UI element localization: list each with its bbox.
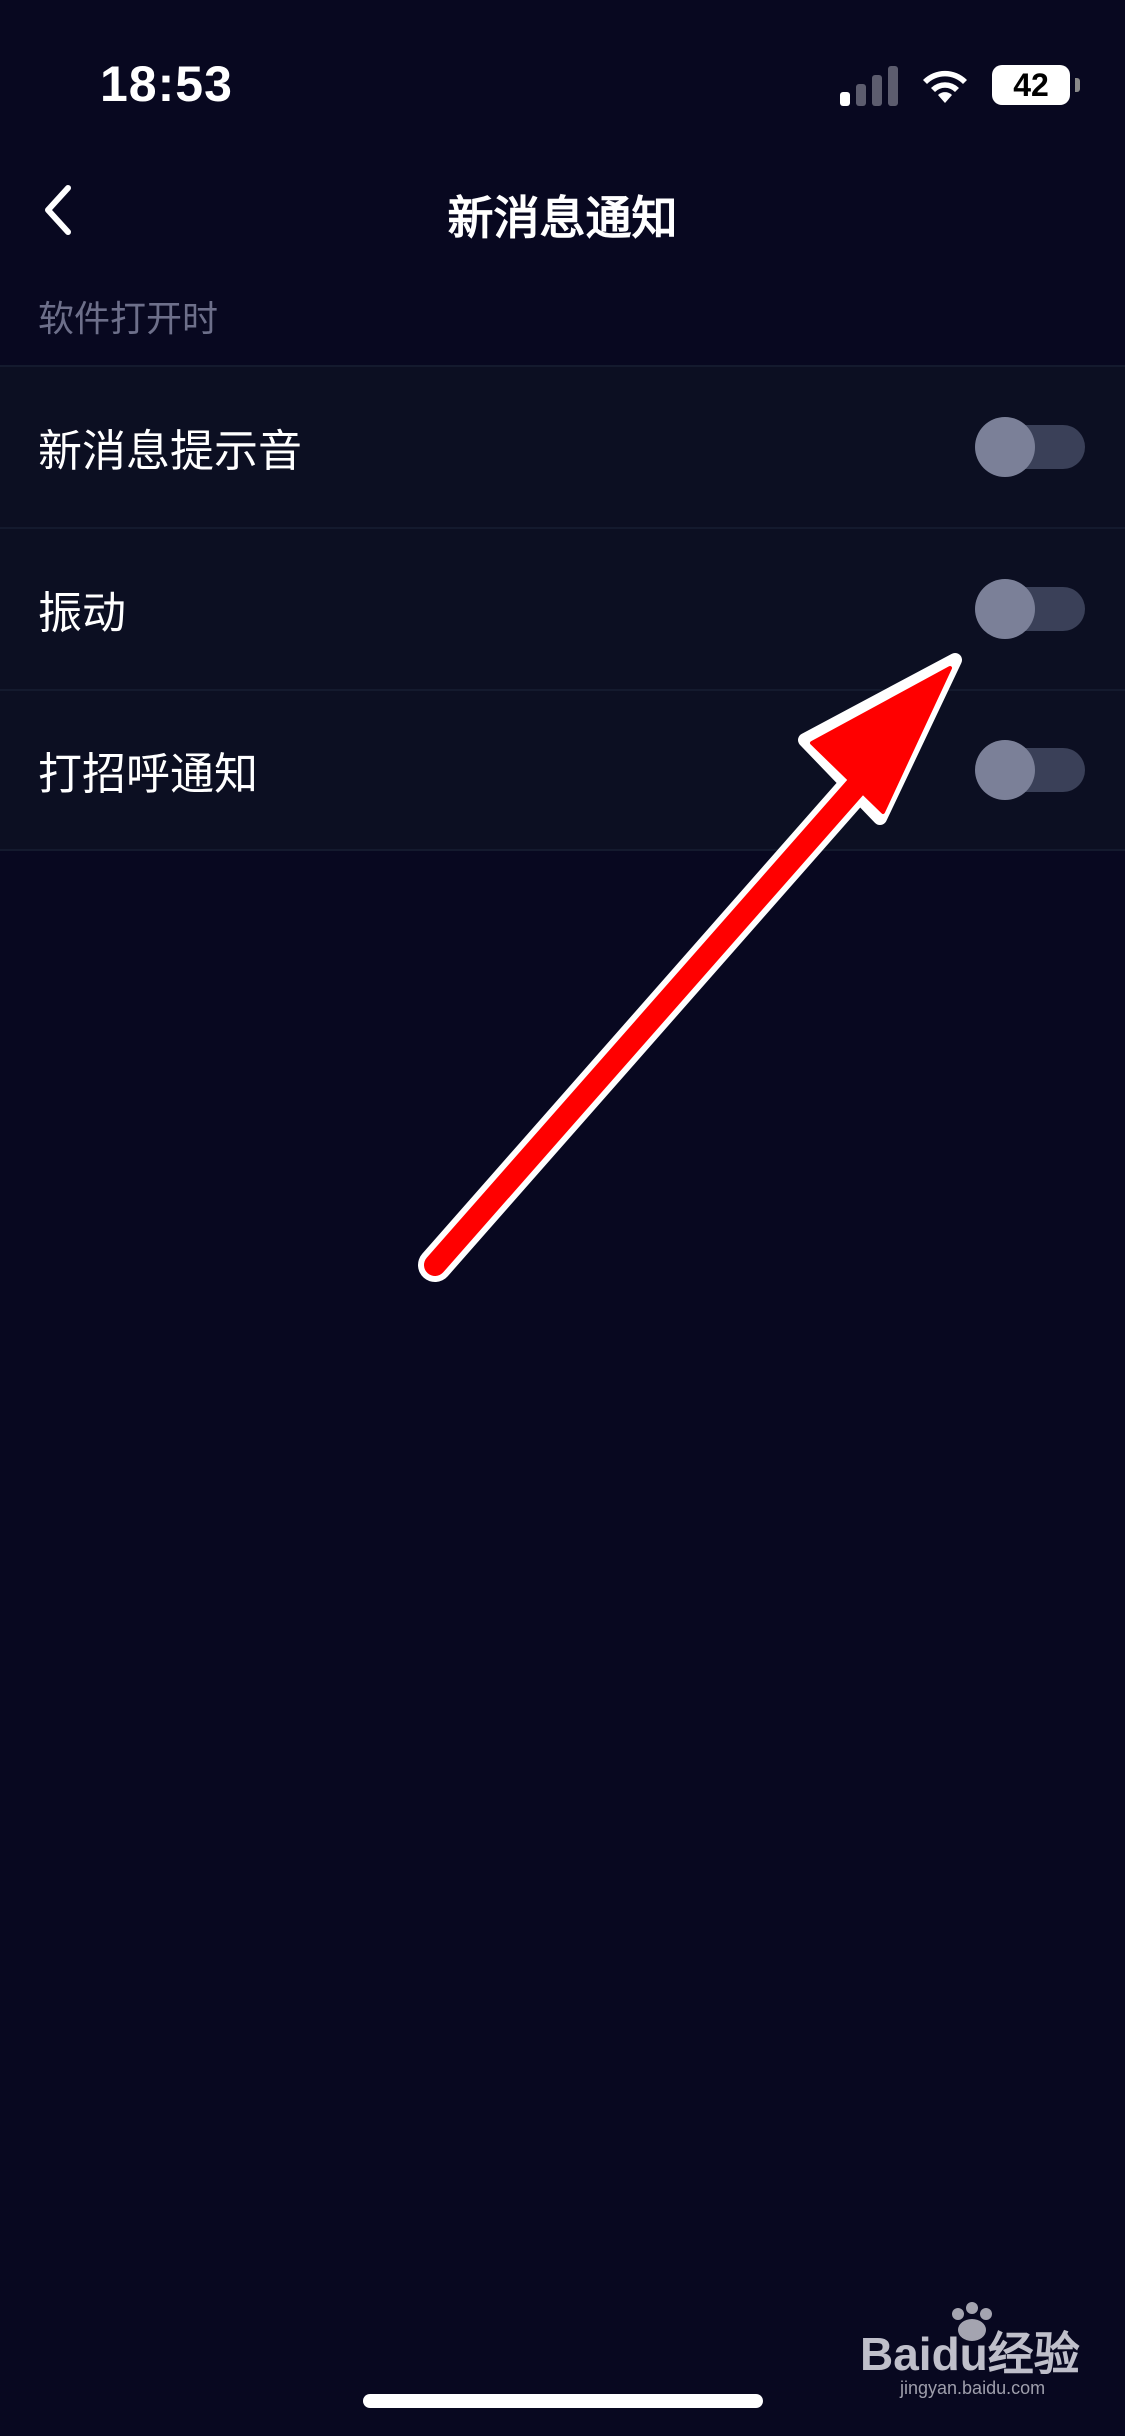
battery-icon: 42: [992, 65, 1080, 105]
nav-bar: 新消息通知: [0, 160, 1125, 260]
watermark-text: Baidu经验: [860, 2328, 1080, 2380]
setting-row-message-sound: 新消息提示音: [0, 365, 1125, 527]
battery-level: 42: [1013, 66, 1049, 103]
watermark-subtext: jingyan.baidu.com: [899, 2378, 1045, 2398]
settings-list: 新消息提示音 振动 打招呼通知: [0, 365, 1125, 851]
message-sound-toggle[interactable]: [975, 417, 1085, 477]
toggle-knob: [975, 417, 1035, 477]
wifi-icon: [923, 70, 967, 103]
status-bar: 18:53 42: [0, 0, 1125, 180]
toggle-knob: [975, 740, 1035, 800]
setting-row-vibration: 振动: [0, 527, 1125, 689]
status-indicators: 42: [840, 64, 1080, 106]
setting-label: 振动: [38, 588, 126, 639]
baidu-watermark-logo: Baidu经验 jingyan.baidu.com: [860, 2302, 1080, 2398]
greeting-notification-toggle[interactable]: [975, 740, 1085, 800]
toggle-knob: [975, 579, 1035, 639]
vibration-toggle[interactable]: [975, 579, 1085, 639]
home-indicator[interactable]: [363, 2394, 763, 2408]
page-title: 新消息通知: [447, 191, 678, 245]
setting-label: 打招呼通知: [38, 749, 258, 800]
status-time: 18:53: [100, 56, 233, 112]
signal-icon: [840, 64, 898, 106]
setting-row-greeting-notification: 打招呼通知: [0, 689, 1125, 851]
section-header: 软件打开时: [38, 299, 219, 340]
setting-label: 新消息提示音: [38, 426, 302, 477]
